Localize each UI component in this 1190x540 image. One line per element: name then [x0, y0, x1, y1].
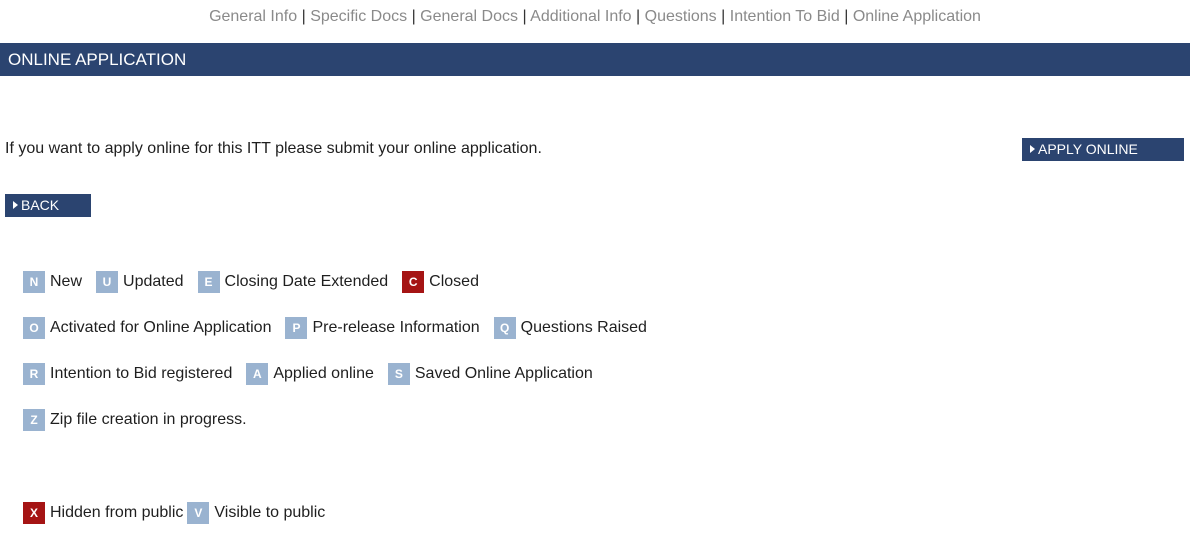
nav-online-application[interactable]: Online Application — [853, 8, 981, 25]
intro-text: If you want to apply online for this ITT… — [5, 140, 542, 157]
legend-label-extended: Closing Date Extended — [224, 273, 389, 290]
legend-badge-activated: O — [23, 317, 45, 339]
legend-badge-new: N — [23, 271, 45, 293]
nav-separator: | — [522, 8, 527, 25]
legend-label-hidden: Hidden from public — [50, 504, 184, 521]
legend-label-zip: Zip file creation in progress. — [50, 411, 247, 428]
nav-separator: | — [301, 8, 306, 25]
legend-label-closed: Closed — [429, 273, 479, 290]
nav-separator: | — [411, 8, 416, 25]
back-label: BACK — [21, 197, 60, 213]
legend-badge-saved: S — [387, 363, 410, 385]
back-button[interactable]: BACK — [5, 194, 91, 217]
legend-label-applied: Applied online — [273, 365, 374, 382]
legend-row-bidding: R Intention to Bid registered A Applied … — [23, 363, 607, 385]
legend-badge-questions: Q — [493, 317, 516, 339]
legend-label-updated: Updated — [123, 273, 184, 290]
legend-label-intention: Intention to Bid registered — [50, 365, 233, 382]
nav-general-info[interactable]: General Info — [209, 8, 297, 25]
legend-label-pre-release: Pre-release Information — [312, 319, 480, 336]
legend-badge-intention: R — [23, 363, 45, 385]
nav-separator: | — [844, 8, 849, 25]
nav-additional-info[interactable]: Additional Info — [530, 8, 631, 25]
section-header: ONLINE APPLICATION — [0, 43, 1190, 76]
play-arrow-icon — [1030, 145, 1035, 153]
legend-label-saved: Saved Online Application — [414, 365, 593, 382]
top-navigation: General Info | Specific Docs | General D… — [0, 8, 1190, 26]
legend-badge-zip: Z — [23, 409, 45, 431]
nav-separator: | — [636, 8, 641, 25]
nav-intention-to-bid[interactable]: Intention To Bid — [730, 8, 840, 25]
legend-badge-updated: U — [96, 271, 119, 293]
play-arrow-icon — [13, 201, 18, 209]
legend-label-visible: Visible to public — [214, 504, 326, 521]
legend-badge-closed: C — [402, 271, 425, 293]
page-title: ONLINE APPLICATION — [8, 50, 187, 69]
legend-label-new: New — [50, 273, 83, 290]
legend-row-visibility: X Hidden from public V Visible to public — [23, 502, 339, 524]
legend-row-status: N New U Updated E Closing Date Extended … — [23, 271, 493, 293]
legend-badge-pre-release: P — [285, 317, 308, 339]
nav-separator: | — [721, 8, 726, 25]
legend-badge-hidden: X — [23, 502, 45, 524]
apply-online-label: APPLY ONLINE — [1038, 141, 1138, 157]
legend-label-activated: Activated for Online Application — [50, 319, 272, 336]
legend-badge-extended: E — [197, 271, 220, 293]
legend-label-questions: Questions Raised — [520, 319, 647, 336]
nav-questions[interactable]: Questions — [645, 8, 717, 25]
legend-badge-visible: V — [187, 502, 210, 524]
legend-row-activity: O Activated for Online Application P Pre… — [23, 317, 661, 339]
apply-online-button[interactable]: APPLY ONLINE — [1022, 138, 1184, 161]
nav-general-docs[interactable]: General Docs — [420, 8, 518, 25]
nav-specific-docs[interactable]: Specific Docs — [310, 8, 407, 25]
legend-row-zip: Z Zip file creation in progress. — [23, 409, 261, 431]
legend-badge-applied: A — [246, 363, 269, 385]
